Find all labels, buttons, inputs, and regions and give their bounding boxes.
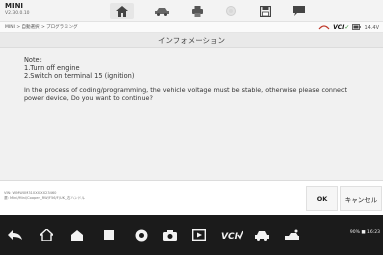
- house-icon[interactable]: [68, 227, 86, 243]
- system-navigation-bar: VCI 90% ■ 16:23: [0, 215, 383, 255]
- note-step: 1.Turn off engine: [24, 64, 80, 72]
- system-status: 90% ■ 16:23: [350, 230, 380, 235]
- app-version: V2.30.0.10: [5, 11, 30, 16]
- signal-icon: [318, 24, 330, 32]
- car-scan-icon[interactable]: [254, 227, 272, 243]
- screen-record-icon[interactable]: [190, 227, 208, 243]
- home-button[interactable]: [110, 3, 134, 19]
- vci-connected-icon: ✓: [344, 24, 350, 31]
- note-step: 2.Switch on terminal 15 (ignition): [24, 72, 135, 80]
- vci-label: VCI: [333, 24, 345, 31]
- print-button[interactable]: [185, 3, 209, 19]
- breadcrumb: MINI > 自動選択 > プログラミング: [5, 25, 78, 30]
- ok-button[interactable]: OK: [306, 186, 338, 211]
- camera-icon[interactable]: [161, 227, 179, 243]
- battery-icon: [352, 23, 362, 32]
- vehicle-path-text: 選: Mini/Mini/Cooper_RW/F56/F/UK_右ハンドル: [4, 196, 85, 200]
- vci-status: VCI✓: [333, 24, 349, 31]
- note-title: Note:: [24, 56, 42, 64]
- home-icon[interactable]: [37, 227, 55, 243]
- home-icon: [116, 5, 128, 17]
- vehicle-button[interactable]: [150, 3, 174, 19]
- status-text: 90% ■ 16:23: [349, 230, 380, 235]
- square-icon[interactable]: [100, 227, 118, 243]
- record-icon: [226, 6, 236, 16]
- breadcrumb-bar: MINI > 自動選択 > プログラミング VCI✓ 14.4V: [0, 22, 383, 33]
- app-title: MINI: [5, 2, 24, 10]
- svg-text:VCI: VCI: [221, 232, 239, 240]
- save-button[interactable]: [253, 3, 277, 19]
- feedback-button[interactable]: [287, 3, 311, 19]
- car-icon: [155, 7, 169, 16]
- vci-icon[interactable]: VCI: [220, 227, 244, 243]
- page-title: インフォメーション: [0, 33, 383, 48]
- footer-bar: VIN: WMWXM310XXXX23460 選: Mini/Mini/Coop…: [0, 180, 383, 215]
- app-header: MINI V2.30.0.10: [0, 0, 383, 22]
- tools-icon[interactable]: [283, 227, 301, 243]
- warning-text: In the process of coding/programming, th…: [24, 86, 347, 102]
- chrome-icon[interactable]: [132, 227, 150, 243]
- save-icon: [259, 5, 271, 17]
- connection-status: VCI✓ 14.4V: [318, 23, 379, 32]
- print-icon: [191, 5, 203, 17]
- chat-icon: [293, 6, 305, 16]
- record-button[interactable]: [219, 3, 243, 19]
- cancel-button[interactable]: キャンセル: [340, 186, 382, 211]
- battery-voltage: 14.4V: [364, 24, 379, 31]
- back-icon[interactable]: [6, 227, 24, 243]
